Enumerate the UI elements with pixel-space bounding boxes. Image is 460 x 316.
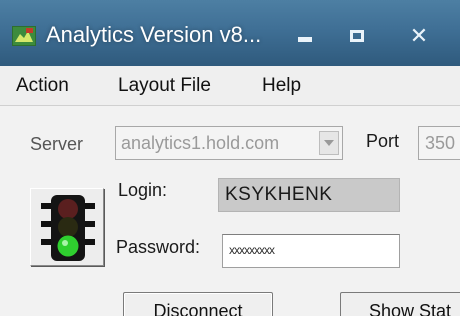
login-label: Login: [118, 180, 168, 200]
server-value: analytics1.hold.com [121, 133, 280, 153]
app-logo-icon [12, 26, 36, 46]
password-input[interactable]: xxxxxxxxx [222, 234, 400, 268]
password-label: Password: [116, 237, 201, 257]
close-button[interactable]: ✕ [402, 24, 436, 48]
port-value: 350 [425, 133, 456, 153]
maximize-button[interactable] [340, 24, 374, 48]
server-select[interactable]: analytics1.hold.com [115, 126, 343, 160]
maximize-icon [350, 30, 364, 42]
title-bar[interactable]: Analytics Version v8... ✕ [0, 0, 460, 66]
menu-help[interactable]: Help [262, 75, 301, 97]
menu-action[interactable]: Action [16, 75, 69, 97]
password-value: xxxxxxxxx [229, 243, 275, 257]
server-dropdown-button[interactable] [319, 131, 339, 155]
menu-bar: Action Layout File Help [0, 66, 460, 106]
show-status-button[interactable]: Show Stat [340, 292, 460, 316]
menu-layout-file[interactable]: Layout File [118, 75, 211, 97]
port-label: Port [366, 131, 400, 151]
chevron-down-icon [324, 140, 334, 146]
login-value: KSYKHENK [225, 184, 333, 205]
connect-toggle-button[interactable] [30, 188, 104, 266]
login-input[interactable]: KSYKHENK [218, 178, 400, 212]
minimize-icon [298, 36, 312, 42]
server-label: Server [30, 134, 84, 154]
disconnect-button[interactable]: Disconnect [123, 292, 273, 316]
window-title: Analytics Version v8... [46, 22, 262, 47]
close-icon: ✕ [409, 23, 429, 48]
port-input[interactable]: 350 [418, 126, 460, 160]
minimize-button[interactable] [288, 24, 322, 48]
